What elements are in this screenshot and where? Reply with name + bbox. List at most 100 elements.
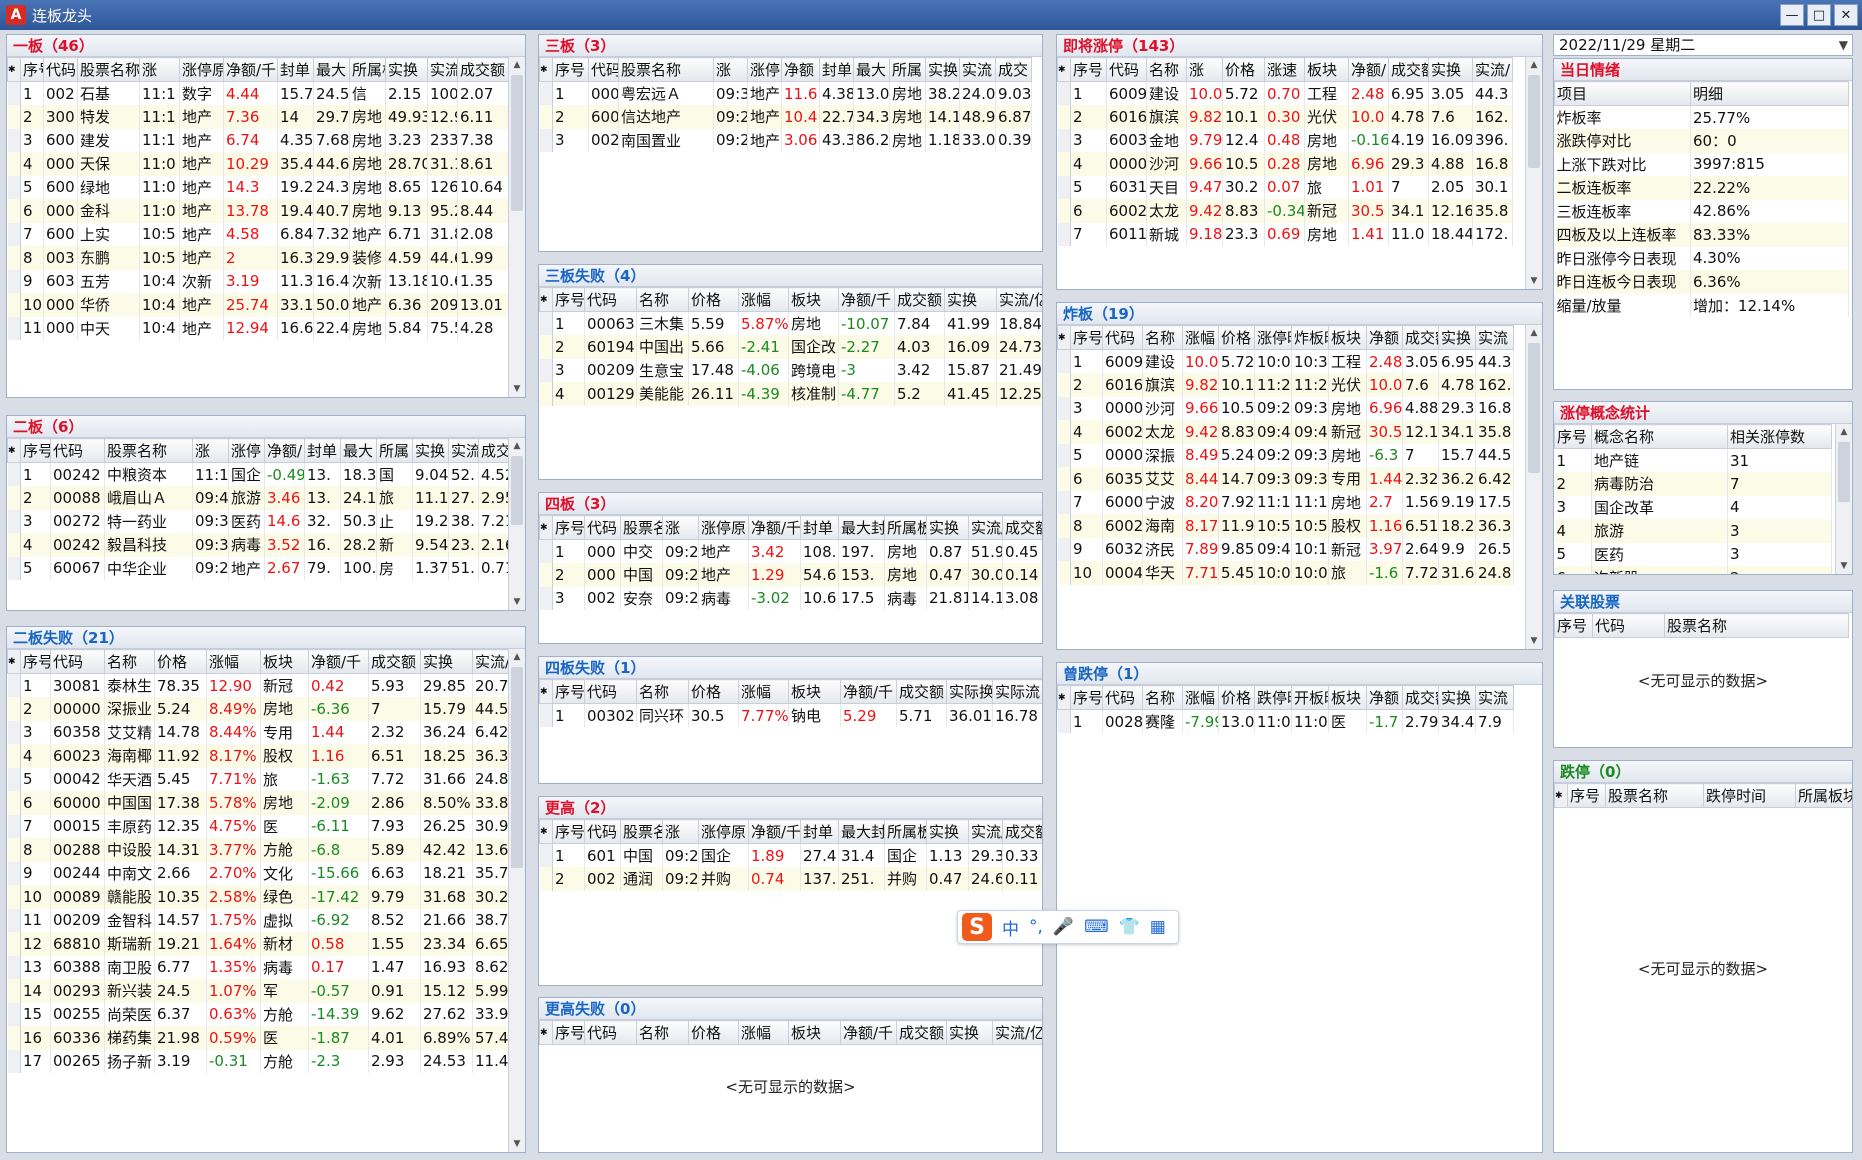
table-row[interactable]: 800288中设股14.313.77%方舱-6.85.8942.4213.67 <box>7 838 508 862</box>
row-selector[interactable] <box>7 720 21 744</box>
vertical-scrollbar[interactable]: ▲ ▼ <box>1835 424 1852 574</box>
column-header[interactable]: 序号 <box>20 438 51 463</box>
row-selector[interactable] <box>7 673 21 697</box>
table-row[interactable]: 400242毅昌科技09:3病毒3.5216.28.2新9.5423.2.16 <box>7 533 508 557</box>
column-header[interactable]: 涨速 <box>1264 57 1305 82</box>
table-row[interactable]: 1 6009 建设 10.0 5.72 10:0 10:3 工程 2.48 3.05 6.95 44.… <box>1057 349 1514 373</box>
column-header[interactable]: 板块 <box>1328 325 1367 350</box>
column-header[interactable]: 实流/亿 <box>996 287 1042 312</box>
column-header[interactable]: 成交额 <box>457 57 508 82</box>
table-row[interactable]: 16 60336 梯药集 21.98 0.59% 医 -1.87 4.01 6.89% 57.4 <box>7 1026 508 1050</box>
column-header[interactable]: 净额/ <box>1348 57 1389 82</box>
column-header[interactable]: 实流 <box>1475 325 1514 350</box>
table-row[interactable]: 8003东鹏10:5地产216.329.9装修4.5944.61.99 <box>7 246 508 270</box>
row-selector[interactable] <box>539 382 553 406</box>
table-row[interactable]: 三板连板率 42.86% <box>1554 199 1849 223</box>
row-selector[interactable] <box>1057 561 1071 585</box>
table-row[interactable]: 6次新股2 <box>1554 566 1832 574</box>
column-header[interactable]: 序号 <box>552 515 585 540</box>
column-header[interactable]: 涨停原 <box>698 819 749 844</box>
column-header[interactable]: 实换 <box>925 57 960 82</box>
row-selector[interactable] <box>7 932 21 956</box>
scroll-up-icon[interactable]: ▲ <box>1836 424 1852 440</box>
column-header[interactable]: 涨 <box>662 515 699 540</box>
table-row[interactable]: 2 600 信达地产 09:2 地产 10.4 22.7 34.3 房地 14.1 48.9 6.87 <box>539 105 1032 129</box>
column-header[interactable]: 成交额 <box>1002 819 1042 844</box>
row-selector[interactable] <box>7 908 21 932</box>
column-header[interactable]: 实换 <box>420 649 473 674</box>
column-header[interactable]: 实换 <box>385 57 428 82</box>
row-selector[interactable] <box>1057 490 1071 514</box>
row-selector[interactable] <box>1057 175 1071 199</box>
column-header[interactable]: 净额/千 <box>308 649 369 674</box>
row-selector[interactable] <box>539 335 553 359</box>
column-header[interactable]: 最大 <box>340 438 377 463</box>
column-header[interactable]: 代码 <box>584 679 637 704</box>
vertical-scrollbar[interactable]: ▲ ▼ <box>1525 325 1542 649</box>
row-selector[interactable] <box>7 1026 21 1050</box>
column-header[interactable]: 实换 <box>946 1020 993 1045</box>
column-header[interactable]: 序号 <box>1070 325 1103 350</box>
column-header[interactable]: 序号 <box>1070 57 1107 82</box>
row-selector[interactable] <box>539 105 553 129</box>
column-header[interactable]: 涨停原 <box>698 515 749 540</box>
table-row[interactable]: 560067中华企业09:2地产2.6779.100.房1.3751.0.71 <box>7 556 508 580</box>
row-selector[interactable] <box>7 885 21 909</box>
column-header[interactable]: 板块 <box>1328 685 1367 710</box>
row-selector[interactable] <box>7 979 21 1003</box>
column-header[interactable]: 股票名 <box>620 819 663 844</box>
column-header[interactable]: 净额/千 <box>223 57 278 82</box>
row-selector[interactable] <box>7 509 21 533</box>
column-header[interactable]: 价格 <box>688 679 739 704</box>
column-header[interactable]: 所属板 <box>349 57 386 82</box>
sogou-logo-icon[interactable]: S <box>962 913 992 941</box>
column-header[interactable]: 所属板 <box>884 819 927 844</box>
column-header[interactable]: 明细 <box>1690 81 1849 106</box>
column-header[interactable]: 涨幅 <box>738 679 789 704</box>
column-header[interactable]: 炸板时 <box>1291 325 1329 350</box>
row-selector[interactable] <box>7 462 21 486</box>
column-header[interactable]: 实流/ <box>968 515 1003 540</box>
toolbox-icon[interactable]: ▦ <box>1150 917 1166 937</box>
row-selector[interactable] <box>7 1002 21 1026</box>
column-header[interactable]: 成交额 <box>1402 325 1439 350</box>
column-header[interactable]: 成交额 <box>896 679 947 704</box>
row-selector[interactable] <box>7 293 21 317</box>
table-row[interactable]: 9 6032 济民 7.89 9.85 09:4 10:1 新冠 3.97 2.64 9.9 26.5 <box>1057 537 1514 561</box>
row-selector[interactable] <box>7 152 21 176</box>
row-selector[interactable] <box>7 246 21 270</box>
table-row[interactable]: 15 00255 尚荣医 6.37 0.63% 方舱 -14.39 9.62 27.62 33.9… <box>7 1002 508 1026</box>
row-selector[interactable] <box>1057 222 1071 246</box>
table-row[interactable]: 4 旅游 3 <box>1554 519 1832 543</box>
row-selector[interactable] <box>7 791 21 815</box>
column-header[interactable]: 名称 <box>636 287 689 312</box>
scroll-thumb[interactable] <box>511 75 523 211</box>
column-header[interactable]: 最大 <box>853 57 890 82</box>
column-header[interactable]: 成交额 <box>894 287 945 312</box>
row-selector[interactable] <box>1057 128 1071 152</box>
row-selector[interactable] <box>7 533 21 557</box>
table-row[interactable]: 1002石基11:1数字4.4415.724.5信2.15100.2.07 <box>7 81 508 105</box>
column-header[interactable]: 净额/千 <box>838 287 895 312</box>
column-header[interactable]: 涨 <box>713 57 748 82</box>
table-row[interactable]: 130081泰林生78.3512.90新冠0.425.9329.8520.77 <box>7 673 508 697</box>
column-header[interactable]: 序号 <box>1070 685 1103 710</box>
column-header[interactable]: 板块 <box>260 649 309 674</box>
table-row[interactable]: 5 6031 天目 9.47 30.2 0.07 旅 1.01 7 2.05 30.1 <box>1057 175 1513 199</box>
column-header[interactable]: 涨幅 <box>1182 325 1219 350</box>
row-selector[interactable] <box>539 128 553 152</box>
column-header[interactable]: 开板时 <box>1291 685 1329 710</box>
column-header[interactable]: 序号 <box>20 649 51 674</box>
column-header[interactable]: 实流/亿 <box>472 649 508 674</box>
column-header[interactable]: 代码 <box>1592 613 1665 638</box>
scroll-down-icon[interactable]: ▼ <box>509 381 525 397</box>
row-selector[interactable] <box>539 703 553 727</box>
maximize-button[interactable]: □ <box>1807 4 1831 26</box>
column-header[interactable]: 代码 <box>584 287 637 312</box>
table-row[interactable]: 11000中天10:4地产12.9416.622.4房地5.8475.54.28 <box>7 316 508 340</box>
column-header[interactable]: 序号 <box>552 819 585 844</box>
column-header[interactable]: 股票名称 <box>77 57 140 82</box>
column-header[interactable]: 价格 <box>688 287 739 312</box>
table-row[interactable]: 缩量/放量 增加：12.14% <box>1554 293 1849 317</box>
table-row[interactable]: 13 60388 南卫股 6.77 1.35% 病毒 0.17 1.47 16.93 8.62 <box>7 955 508 979</box>
